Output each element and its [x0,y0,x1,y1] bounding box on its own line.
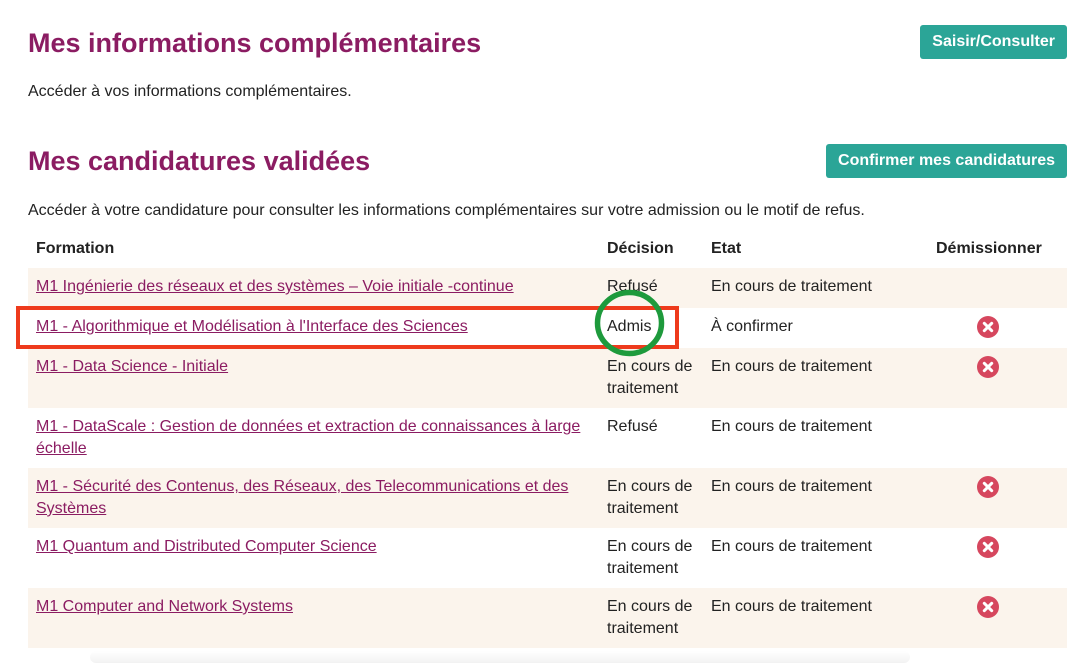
confirm-candidatures-button[interactable]: Confirmer mes candidatures [826,144,1067,178]
formation-link[interactable]: M1 - Algorithmique et Modélisation à l'I… [36,318,468,335]
demissionner-cell [928,468,1067,528]
demissionner-cell [928,408,1067,468]
formation-link[interactable]: M1 Quantum and Distributed Computer Scie… [36,538,377,555]
card-shadow [90,651,910,663]
candidatures-table: Formation Décision Etat Démissionner M1 … [28,230,1067,648]
demissionner-cell [928,308,1067,348]
etat-cell: En cours de traitement [711,278,872,295]
header-etat: Etat [711,240,742,257]
resign-button[interactable] [977,536,999,558]
resign-button[interactable] [977,356,999,378]
candidatures-section-title: Mes candidatures validées [28,146,371,176]
etat-cell: En cours de traitement [711,598,872,615]
decision-cell: En cours de traitement [607,358,693,397]
decision-cell: En cours de traitement [607,538,693,577]
info-section-title: Mes informations complémentaires [28,28,482,58]
close-circle-icon [977,476,999,498]
decision-cell: Refusé [607,418,658,435]
header-formation: Formation [36,240,115,257]
header-demissionner: Démissionner [936,240,1042,257]
header-decision: Décision [607,240,674,257]
decision-cell: Refusé [607,278,658,295]
close-circle-icon [977,536,999,558]
formation-cell: M1 Quantum and Distributed Computer Scie… [28,528,599,588]
formation-cell: M1 Ingénierie des réseaux et des système… [28,268,599,308]
close-circle-icon [977,596,999,618]
info-section-description: Accéder à vos informations complémentair… [28,83,352,100]
etat-cell: À confirmer [711,318,793,335]
formation-cell: M1 Computer and Network Systems [28,588,599,648]
close-circle-icon [977,356,999,378]
table-row: M1 Quantum and Distributed Computer Scie… [28,528,1067,588]
table-row: M1 - Sécurité des Contenus, des Réseaux,… [28,468,1067,528]
resign-button[interactable] [977,596,999,618]
decision-cell: En cours de traitement [607,598,693,637]
demissionner-cell [928,528,1067,588]
decision-cell: En cours de traitement [607,478,693,517]
formation-cell: M1 - Sécurité des Contenus, des Réseaux,… [28,468,599,528]
candidatures-section-description: Accéder à votre candidature pour consult… [28,202,865,219]
table-row: M1 Computer and Network Systems En cours… [28,588,1067,648]
formation-cell: M1 - Algorithmique et Modélisation à l'I… [28,308,599,348]
table-row: M1 - Data Science - Initiale En cours de… [28,348,1067,408]
close-circle-icon [977,316,999,338]
formation-link[interactable]: M1 Ingénierie des réseaux et des système… [36,278,514,295]
etat-cell: En cours de traitement [711,538,872,555]
table-row: M1 - Algorithmique et Modélisation à l'I… [28,308,1067,348]
formation-link[interactable]: M1 - DataScale : Gestion de données et e… [36,418,580,457]
demissionner-cell [928,588,1067,648]
formation-link[interactable]: M1 Computer and Network Systems [36,598,293,615]
demissionner-cell [928,348,1067,408]
saisir-consulter-button[interactable]: Saisir/Consulter [920,25,1067,59]
resign-button[interactable] [977,476,999,498]
etat-cell: En cours de traitement [711,358,872,375]
etat-cell: En cours de traitement [711,478,872,495]
resign-button[interactable] [977,316,999,338]
formation-cell: M1 - Data Science - Initiale [28,348,599,408]
etat-cell: En cours de traitement [711,418,872,435]
formation-link[interactable]: M1 - Data Science - Initiale [36,358,228,375]
demissionner-cell [928,268,1067,308]
formation-cell: M1 - DataScale : Gestion de données et e… [28,408,599,468]
formation-link[interactable]: M1 - Sécurité des Contenus, des Réseaux,… [36,478,568,517]
table-row: M1 - DataScale : Gestion de données et e… [28,408,1067,468]
decision-cell: Admis [607,318,652,335]
table-row: M1 Ingénierie des réseaux et des système… [28,268,1067,308]
table-header-row: Formation Décision Etat Démissionner [28,230,1067,268]
